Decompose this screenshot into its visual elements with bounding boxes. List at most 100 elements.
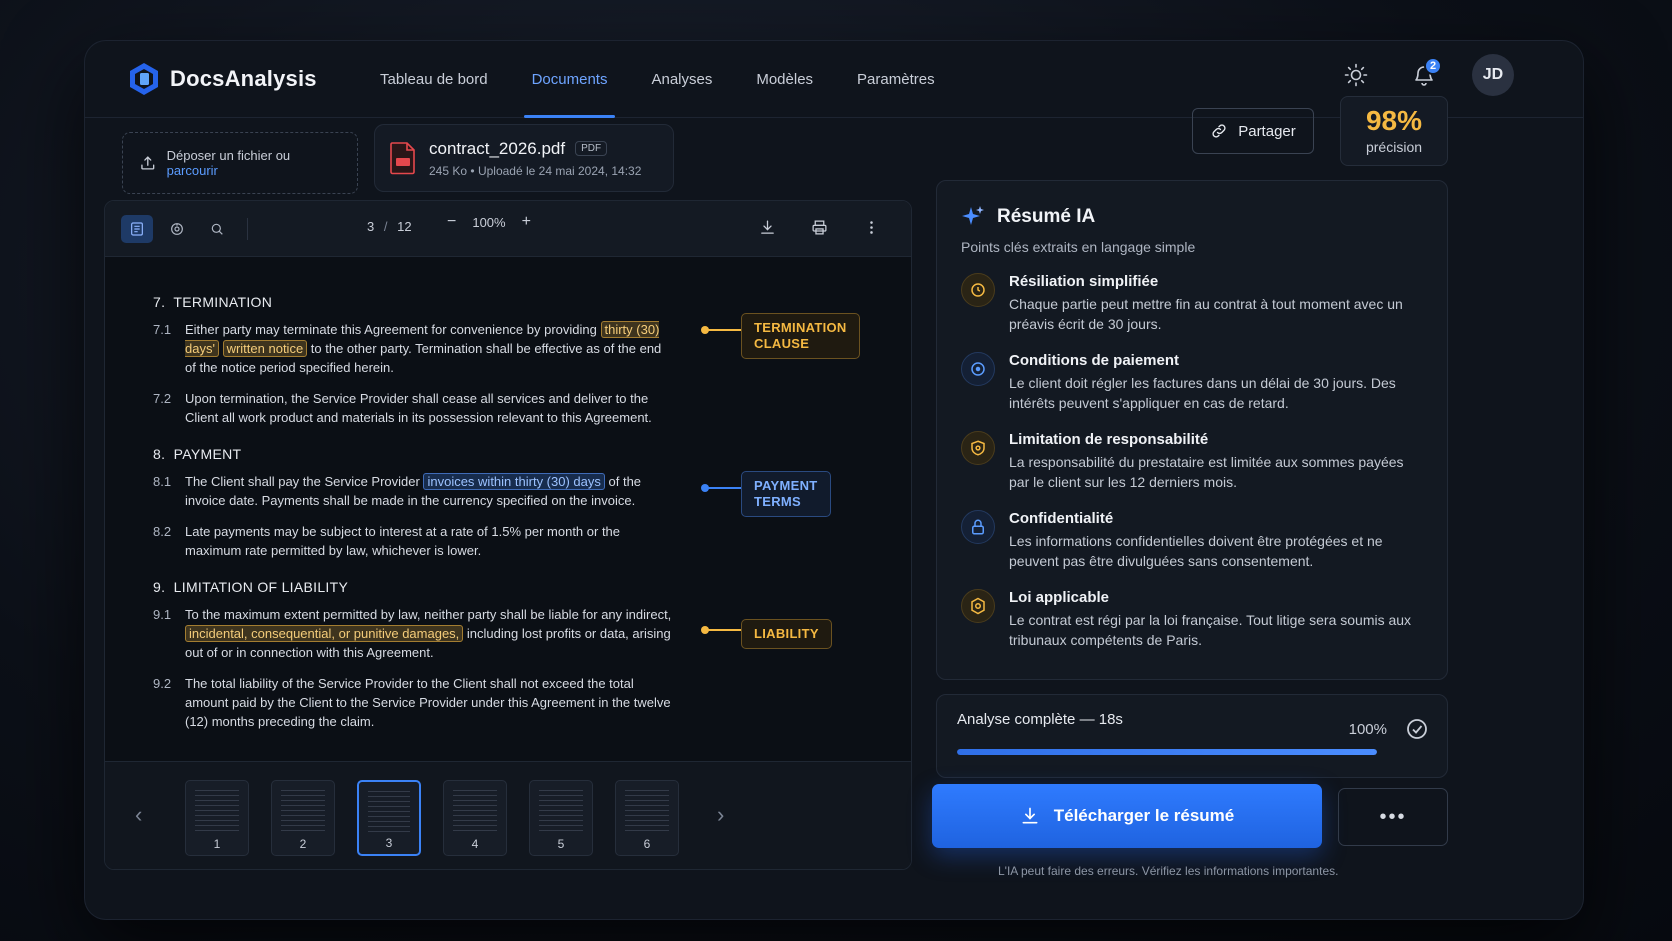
user-avatar[interactable]: JD [1472, 54, 1514, 96]
upload-date: Uploadé le 24 mai 2024, 14:32 [477, 163, 642, 178]
section-title: 7. TERMINATION [153, 294, 273, 310]
file-type-badge: PDF [575, 141, 608, 156]
clause-9-1: 9.1 To the maximum extent permitted by l… [153, 607, 672, 660]
zoom-out-button[interactable]: − [447, 213, 456, 231]
summary-point-liability: Limitation de responsabilité La responsab… [961, 431, 1423, 492]
liability-connector [701, 626, 741, 634]
zoom-in-button[interactable]: + [522, 213, 531, 231]
upload-icon [141, 156, 155, 170]
summary-point-payment: Conditions de paiement Le client doit rég… [961, 352, 1423, 413]
print-button[interactable] [803, 213, 835, 241]
search-button[interactable] [201, 215, 233, 243]
summary-subtitle: Points clés extraits en langage simple [961, 239, 1196, 255]
sun-icon [1344, 63, 1368, 87]
main-nav: Tableau de bord Documents Analyses Modèl… [358, 40, 957, 118]
nav-tableau-de-bord[interactable]: Tableau de bord [358, 40, 510, 118]
precision-label: précision [1365, 139, 1423, 155]
thumbnail-page-active[interactable]: 3 [357, 780, 421, 856]
highlight-written-notice[interactable]: written notice [222, 340, 308, 357]
download-pdf-button[interactable] [751, 213, 783, 241]
shield-icon [971, 440, 985, 456]
thumbnail-page[interactable]: 2 [271, 780, 335, 856]
precision-value: 98% [1365, 105, 1423, 136]
share-label: Partager [1238, 122, 1296, 140]
download-summary-button[interactable]: Télécharger le résumé [932, 784, 1322, 848]
thumbnail-page[interactable]: 4 [443, 780, 507, 856]
document-icon [131, 222, 143, 236]
clock-icon [971, 283, 985, 297]
highlight-view-button[interactable] [161, 215, 193, 243]
kebab-menu-icon [869, 220, 873, 234]
file-meta: 245 Ko • Uploadé le 24 mai 2024, 14:32 [429, 164, 641, 178]
termination-connector [701, 326, 741, 334]
precision-card: 98% précision [1340, 96, 1448, 166]
clause-7-2: 7.2 Upon termination, the Service Provid… [153, 391, 652, 425]
nav-parametres[interactable]: Paramètres [835, 40, 957, 118]
clause-9-2: 9.2 The total liability of the Service P… [153, 676, 671, 729]
lock-icon [972, 519, 984, 535]
progress-fill [957, 749, 1377, 755]
payment-connector [701, 484, 741, 492]
thumbs-next-arrow[interactable]: › [717, 802, 724, 828]
progress-bar [957, 749, 1377, 755]
highlight-payment-delay[interactable]: invoices within thirty (30) days [423, 473, 605, 490]
nav-analyses[interactable]: Analyses [629, 40, 734, 118]
termination-clause-tag[interactable]: TERMINATION CLAUSE [741, 313, 860, 359]
app-window: DocsAnalysis Tableau de bord Documents A… [84, 40, 1584, 920]
clause-8-2: 8.2 Late payments may be subject to inte… [153, 524, 621, 558]
notification-badge: 2 [1424, 57, 1442, 75]
page-indicator[interactable]: 3 / 12 [367, 219, 412, 234]
browse-link[interactable]: parcourir [167, 163, 218, 178]
payment-terms-tag[interactable]: PAYMENT TERMS [741, 471, 831, 517]
nav-documents[interactable]: Documents [510, 40, 630, 118]
thumbnail-page[interactable]: 1 [185, 780, 249, 856]
link-icon [1212, 124, 1226, 138]
ai-disclaimer: L'IA peut faire des erreurs. Vérifiez le… [998, 864, 1339, 878]
upload-dropzone[interactable]: Déposer un fichier ou parcourir [122, 132, 358, 194]
document-viewer: 3 / 12 − 100% + 7. TERMINATION 7.1 Eithe… [104, 200, 912, 870]
clause-8-1: 8.1 The Client shall pay the Service Pro… [153, 473, 642, 508]
thumbnail-page[interactable]: 6 [615, 780, 679, 856]
file-card[interactable]: contract_2026.pdf PDF 245 Ko • Uploadé l… [374, 124, 674, 192]
logo[interactable]: DocsAnalysis [128, 62, 317, 96]
progress-percent: 100% [1348, 721, 1387, 738]
summary-point-confidentiality: Confidentialité Les informations confiden… [961, 510, 1423, 571]
search-icon [211, 223, 223, 235]
section-title: 8. PAYMENT [153, 446, 242, 462]
toolbar-divider [247, 218, 248, 240]
download-icon [1022, 807, 1038, 824]
printer-icon [811, 219, 827, 235]
thumbnail-page[interactable]: 5 [529, 780, 593, 856]
zoom-level: 100% [472, 214, 506, 230]
zoom-controls: − 100% + [447, 213, 531, 231]
file-size: 245 Ko [429, 163, 468, 178]
section-title: 9. LIMITATION OF LIABILITY [153, 579, 349, 595]
meta-separator: • [470, 163, 478, 178]
summary-point-law: Loi applicable Le contrat est régi par la… [961, 589, 1423, 650]
thumbs-prev-arrow[interactable]: ‹ [135, 802, 142, 828]
scan-icon [171, 223, 183, 235]
nav-modeles[interactable]: Modèles [734, 40, 835, 118]
page-thumbnails: ‹ 1 2 3 4 5 6 › [105, 761, 911, 869]
notifications-button[interactable]: 2 [1404, 55, 1444, 95]
text-view-button[interactable] [121, 215, 153, 243]
theme-toggle-button[interactable] [1336, 55, 1376, 95]
share-button[interactable]: Partager [1192, 108, 1314, 154]
clause-7-1: 7.1 Either party may terminate this Agre… [153, 321, 662, 375]
app-name: DocsAnalysis [170, 66, 317, 91]
analysis-progress-card: Analyse complète — 18s 100% [936, 694, 1448, 778]
upload-text: Déposer un fichier ou parcourir [166, 148, 291, 178]
file-name: contract_2026.pdf [429, 138, 566, 158]
pdf-file-icon [390, 142, 415, 175]
sparkle-icon [962, 206, 984, 225]
badge-icon [971, 597, 985, 615]
check-circle-icon [1407, 719, 1427, 739]
download-label: Télécharger le résumé [1053, 806, 1235, 825]
liability-tag[interactable]: LIABILITY [741, 619, 832, 649]
highlight-damages[interactable]: incidental, consequential, or punitive d… [185, 625, 464, 642]
clock-icon [971, 362, 985, 376]
download-icon [760, 219, 774, 234]
viewer-menu-button[interactable] [855, 213, 887, 241]
more-options-button[interactable]: ••• [1338, 788, 1448, 846]
header-actions: 2 JD [1336, 54, 1514, 96]
